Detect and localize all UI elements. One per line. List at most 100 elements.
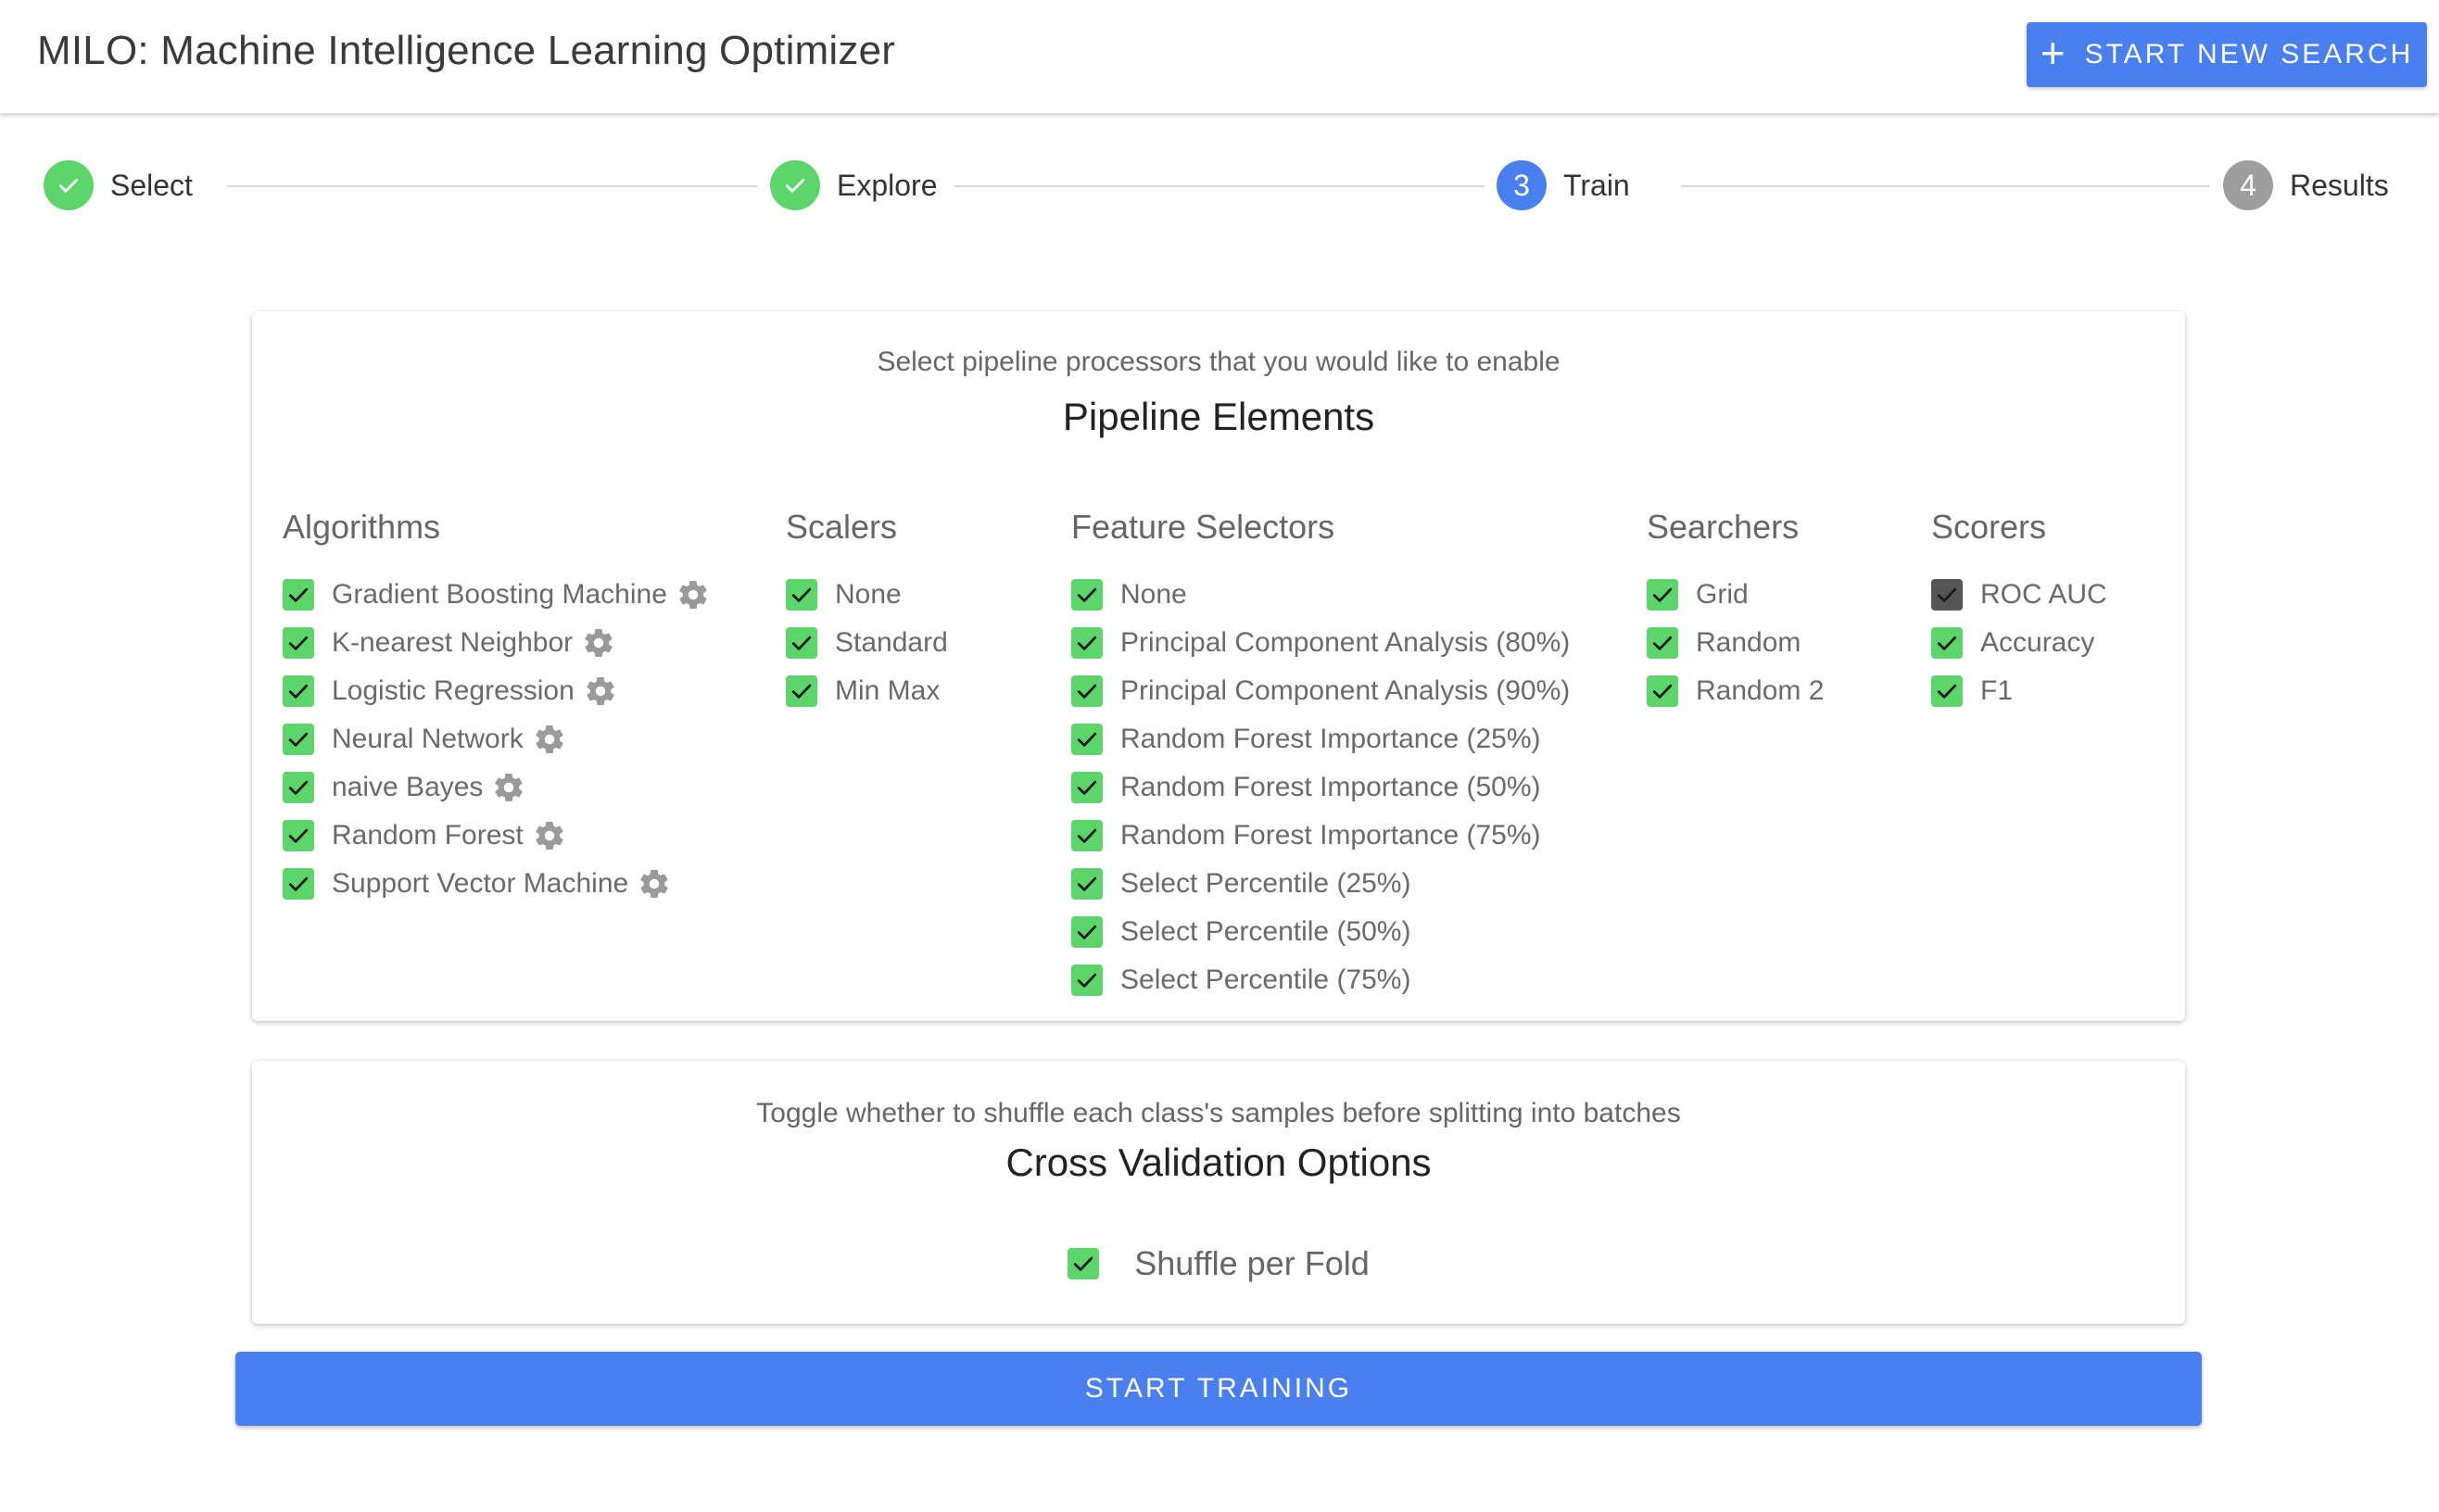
checkbox[interactable] [1071,724,1103,755]
start-new-search-label: START NEW SEARCH [2084,39,2414,69]
checkbox[interactable] [283,820,314,851]
step-label: Explore [837,168,938,202]
list-item[interactable]: Random [1647,619,1824,667]
step-explore[interactable]: Explore [770,159,938,211]
shuffle-per-fold-option[interactable]: Shuffle per Fold [252,1244,2185,1283]
list-item[interactable]: Select Percentile (50%) [1071,908,1570,956]
checkbox[interactable] [1931,675,1963,707]
list-item[interactable]: ROC AUC [1931,571,2107,619]
checkbox[interactable] [1071,772,1103,803]
check-icon [288,780,309,795]
feature-selectors-list: None Principal Component Analysis (80%) Pr… [1071,571,1570,1004]
checkbox[interactable] [283,724,314,755]
item-label: None [1120,579,1187,610]
list-item[interactable]: Random Forest [283,812,710,860]
list-item[interactable]: Grid [1647,571,1824,619]
list-item[interactable]: K-nearest Neighbor [283,619,710,667]
feature-selectors-column: Feature Selectors None Principal Componen… [1071,508,1570,1004]
check-icon [288,636,309,650]
gear-icon[interactable] [582,626,615,660]
list-item[interactable]: None [786,571,948,619]
checkbox[interactable] [1647,579,1678,611]
list-item[interactable]: Logistic Regression [283,667,710,715]
list-item[interactable]: Support Vector Machine [283,860,710,908]
item-label: Principal Component Analysis (90%) [1120,675,1571,706]
app-bar: MILO: Machine Intelligence Learning Opti… [0,0,2439,113]
item-label: ROC AUC [1980,579,2107,610]
check-icon [1077,828,1097,843]
checkbox[interactable] [283,868,314,900]
gear-icon[interactable] [638,867,671,901]
check-icon [1937,587,1957,602]
gear-icon[interactable] [533,819,566,852]
list-item[interactable]: Select Percentile (75%) [1071,956,1570,1004]
step-label: Train [1563,168,1630,202]
step-train[interactable]: 3 Train [1497,159,1630,211]
list-item[interactable]: F1 [1931,667,2107,715]
step-results[interactable]: 4 Results [2223,159,2389,211]
checkbox[interactable] [1071,675,1103,707]
start-new-search-button[interactable]: + START NEW SEARCH [2027,22,2427,87]
pipeline-elements-card: Select pipeline processors that you woul… [252,311,2185,1021]
checkbox[interactable] [786,675,817,707]
checkbox[interactable] [786,579,817,611]
step-connector [1681,185,2209,187]
gear-icon[interactable] [676,578,710,611]
gear-icon[interactable] [533,723,566,756]
item-label: Accuracy [1980,627,2095,658]
checkbox[interactable] [283,627,314,659]
check-icon [1937,636,1957,650]
checkbox[interactable] [1071,868,1103,900]
checkbox[interactable] [1647,675,1678,707]
checkbox[interactable] [786,627,817,659]
searchers-list: Grid Random Random 2 [1647,571,1824,715]
list-item[interactable]: Select Percentile (25%) [1071,860,1570,908]
checkbox[interactable] [1071,916,1103,948]
list-item[interactable]: Standard [786,619,948,667]
gear-icon[interactable] [584,674,617,708]
list-item[interactable]: Neural Network [283,715,710,763]
checkbox[interactable] [1647,627,1678,659]
item-label: Random Forest Importance (50%) [1120,772,1541,802]
checkbox[interactable] [1071,964,1103,996]
checkbox[interactable] [1931,579,1963,611]
list-item[interactable]: Random Forest Importance (50%) [1071,763,1570,812]
list-item[interactable]: None [1071,571,1570,619]
item-label: Standard [835,627,948,658]
checkbox[interactable] [283,579,314,611]
scorers-column: Scorers ROC AUC Accuracy F1 [1931,508,2107,715]
checkbox[interactable] [283,675,314,707]
item-label: naive Bayes [332,772,484,802]
checkbox[interactable] [1071,820,1103,851]
start-training-button[interactable]: START TRAINING [235,1352,2202,1426]
gear-icon[interactable] [492,771,525,804]
check-icon [1077,732,1097,747]
step-select[interactable]: Select [44,159,193,211]
check-icon [791,587,812,602]
item-label: Support Vector Machine [332,868,629,899]
list-item[interactable]: Gradient Boosting Machine [283,571,710,619]
list-item[interactable]: Min Max [786,667,948,715]
checkbox[interactable] [1931,627,1963,659]
list-item[interactable]: naive Bayes [283,763,710,812]
plus-icon: + [2040,29,2068,77]
searchers-column: Searchers Grid Random Random 2 [1647,508,1824,715]
list-item[interactable]: Random 2 [1647,667,1824,715]
check-icon [770,160,820,210]
checkbox[interactable] [1071,579,1103,611]
checkbox[interactable] [283,772,314,803]
list-item[interactable]: Principal Component Analysis (90%) [1071,667,1570,715]
list-item[interactable]: Accuracy [1931,619,2107,667]
algorithms-list: Gradient Boosting Machine K-nearest Neigh… [283,571,710,908]
feature-selectors-heading: Feature Selectors [1071,508,1335,546]
step-number: 4 [2223,160,2273,210]
step-label: Results [2290,168,2389,202]
pipeline-subtitle: Select pipeline processors that you woul… [877,346,1561,377]
list-item[interactable]: Random Forest Importance (75%) [1071,812,1570,860]
checkbox[interactable] [1071,627,1103,659]
item-label: F1 [1980,675,2014,706]
list-item[interactable]: Principal Component Analysis (80%) [1071,619,1570,667]
list-item[interactable]: Random Forest Importance (25%) [1071,715,1570,763]
shuffle-per-fold-checkbox[interactable] [1068,1248,1100,1279]
item-label: Select Percentile (25%) [1120,868,1411,899]
